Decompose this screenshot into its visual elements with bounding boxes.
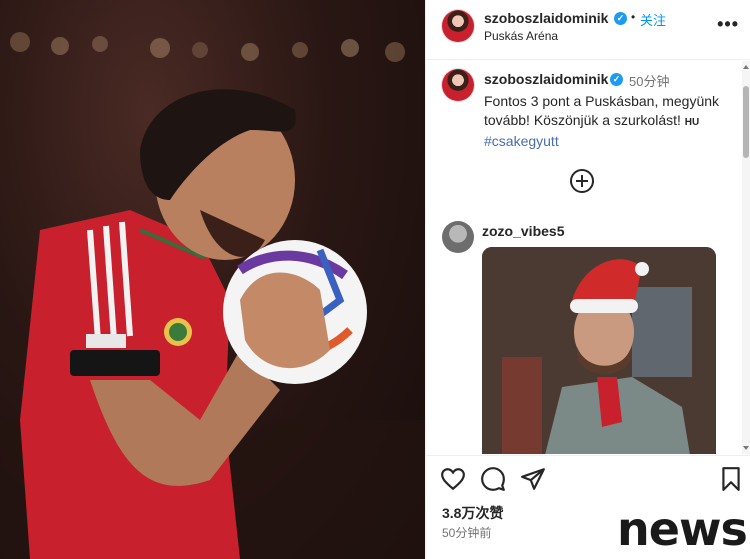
commenter-username[interactable]: zozo_vibes5	[482, 223, 564, 239]
post-side-panel: szoboszlaidominik ✓ • 关注 Puskás Aréna ••…	[425, 0, 750, 559]
post-photo	[0, 0, 425, 559]
author-avatar[interactable]	[442, 10, 474, 42]
follow-button[interactable]: 关注	[640, 10, 666, 29]
comments-section: szoboszlaidominik ✓ 50分钟 Fontos 3 pont a…	[426, 61, 750, 454]
location-link[interactable]: Puskás Aréna	[484, 29, 558, 43]
hashtag-link[interactable]: #csakegyutt	[484, 133, 559, 149]
caption-verified-badge-icon: ✓	[610, 73, 623, 86]
news-watermark: news	[617, 502, 748, 556]
scroll-down-arrow-icon[interactable]	[743, 446, 749, 450]
scrollbar-thumb[interactable]	[743, 86, 749, 158]
santa-hat-man-gif	[482, 247, 716, 454]
comments-scrollbar[interactable]	[742, 61, 750, 454]
plus-circle-icon[interactable]	[570, 169, 594, 193]
caption-time: 50分钟	[629, 74, 670, 89]
author-username[interactable]: szoboszlaidominik	[484, 10, 608, 26]
comment-gif-image[interactable]	[482, 247, 716, 454]
paper-plane-icon[interactable]	[520, 466, 548, 494]
caption-avatar[interactable]	[442, 69, 474, 101]
separator-dot: •	[631, 10, 636, 24]
more-options-icon[interactable]: •••	[717, 14, 739, 35]
commenter-avatar[interactable]	[442, 221, 474, 253]
verified-badge-icon: ✓	[614, 12, 627, 25]
bookmark-icon[interactable]	[718, 466, 746, 494]
scroll-up-arrow-icon[interactable]	[743, 65, 749, 69]
player-kissing-ball-image	[0, 32, 425, 559]
caption-body: Fontos 3 pont a Puskásban, megyünk továb…	[484, 93, 720, 128]
like-count[interactable]: 3.8万次赞	[442, 503, 503, 523]
caption-username[interactable]: szoboszlaidominik	[484, 71, 608, 87]
caption-text: Fontos 3 pont a Puskásban, megyünk továb…	[484, 92, 739, 151]
post-header: szoboszlaidominik ✓ • 关注 Puskás Aréna ••…	[426, 0, 750, 60]
hu-flag-emoji: HU	[684, 117, 700, 128]
comment-bubble-icon[interactable]	[480, 466, 508, 494]
heart-icon[interactable]	[440, 466, 468, 494]
post-timestamp[interactable]: 50分钟前	[442, 524, 491, 541]
